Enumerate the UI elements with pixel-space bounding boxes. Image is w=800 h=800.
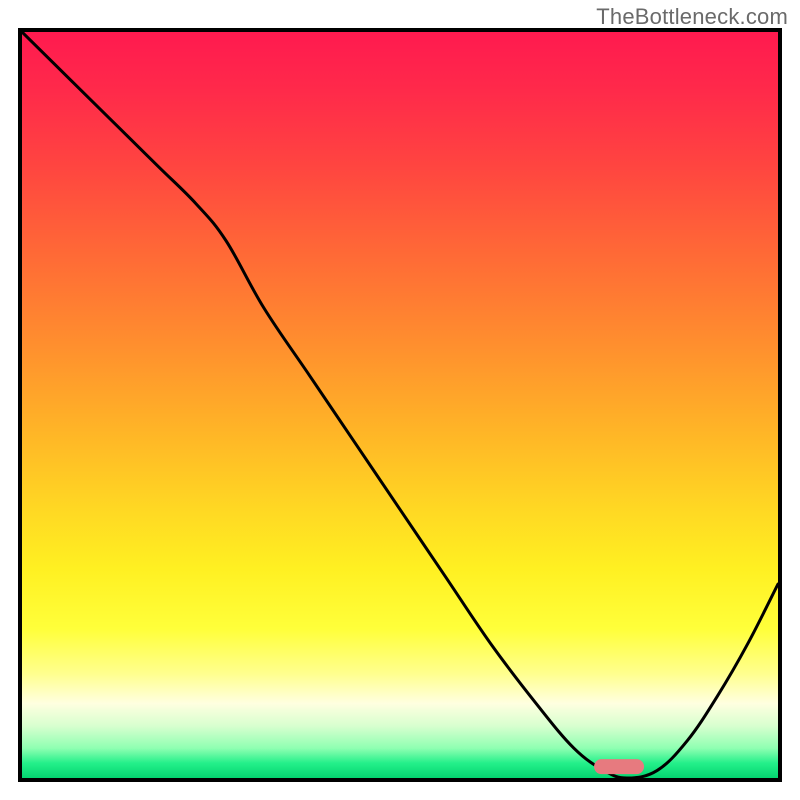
plot-frame [18, 28, 782, 782]
chart-container: TheBottleneck.com [0, 0, 800, 800]
optimal-marker [594, 759, 644, 775]
watermark-text: TheBottleneck.com [596, 4, 788, 30]
bottleneck-curve [22, 32, 778, 778]
plot-area [22, 32, 778, 778]
